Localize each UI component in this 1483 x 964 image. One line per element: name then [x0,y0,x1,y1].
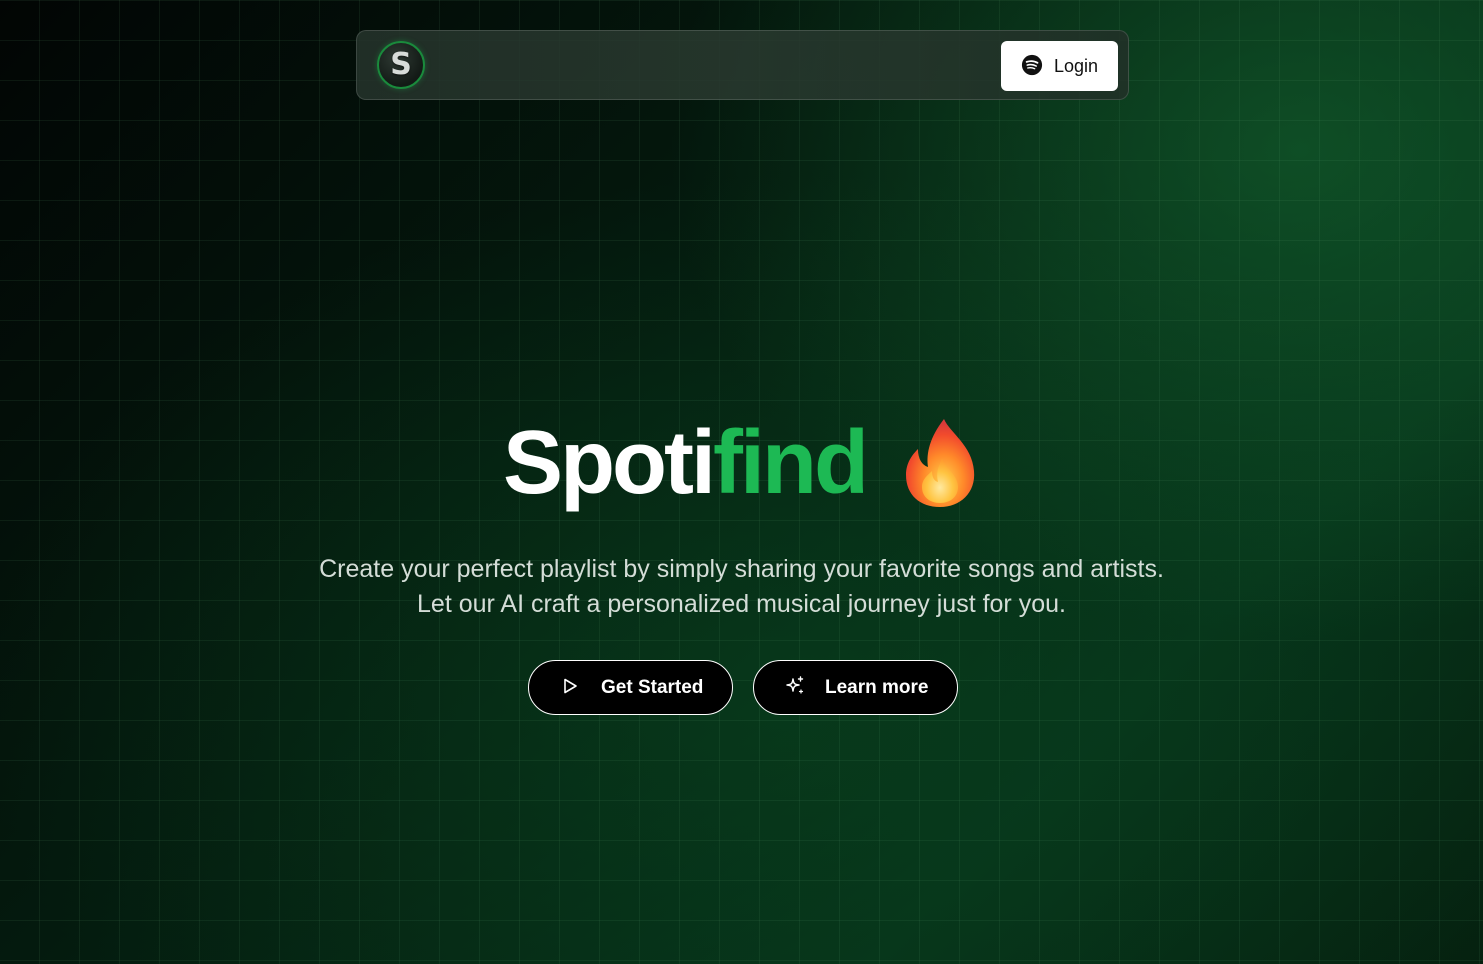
flame-icon [905,419,975,507]
logo[interactable]: S [377,41,425,89]
title-part-green: find [713,413,869,513]
subtitle-line-2: Let our AI craft a personalized musical … [417,590,1066,618]
logo-letter: S [390,47,412,82]
subtitle-line-1: Create your perfect playlist by simply s… [319,555,1164,583]
spotify-icon [1021,54,1043,79]
sparkles-icon [784,675,806,700]
learn-more-label: Learn more [825,676,929,698]
get-started-label: Get Started [601,676,704,698]
get-started-button[interactable]: Get Started [528,660,733,715]
title-part-white: Spoti [503,413,716,513]
login-button[interactable]: Login [1001,41,1118,91]
hero-title: Spoti find [0,408,1483,518]
login-label: Login [1053,55,1099,76]
learn-more-button[interactable]: Learn more [753,660,958,715]
play-icon [561,677,579,698]
navbar: S Login [356,30,1129,100]
